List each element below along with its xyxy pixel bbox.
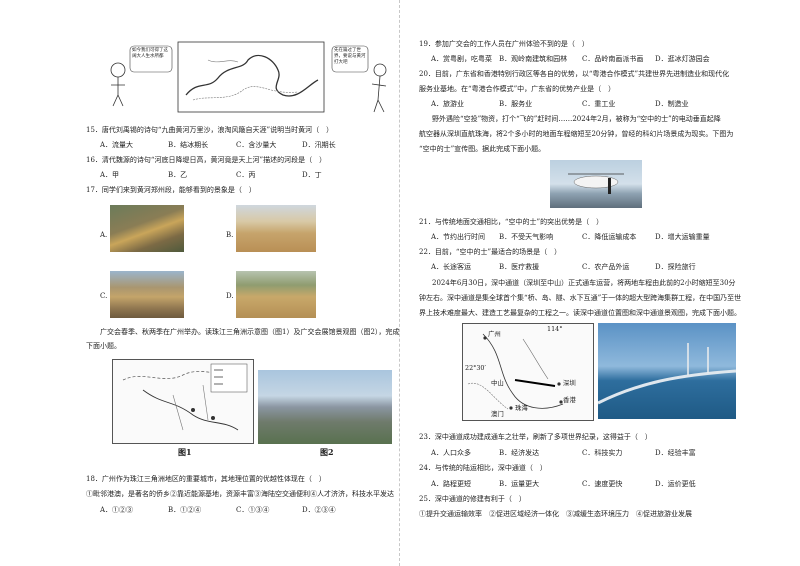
q17-option-a-label[interactable]: A. bbox=[100, 231, 107, 240]
q23-option-a[interactable]: A．人口众多 bbox=[431, 449, 471, 458]
intro-paragraph-line1: 广交会春季、秋两季在广州举办。读珠江三角洲示意图（图1）及广交会展馆景观图（图2… bbox=[100, 328, 400, 336]
bubble-left-text: 如今我们可得了这阔大人生水所都 bbox=[132, 48, 168, 59]
q17-photo-a bbox=[110, 205, 184, 252]
q20-option-a[interactable]: A．旅游业 bbox=[431, 100, 464, 109]
intro-paragraph-line2: 下面小题。 bbox=[86, 342, 121, 350]
q20-option-b[interactable]: B．服务业 bbox=[499, 100, 532, 109]
canton-fair-photo bbox=[258, 370, 392, 444]
q20-stem: 20．目前，广东省和香港特别行政区等各自的优势，以“粤港合作模式”共建世界先进制… bbox=[419, 70, 730, 78]
bubble-right-text: 先在篇过了世界，要说与黄河打大吧 bbox=[334, 48, 366, 65]
q15-option-d[interactable]: D．汛期长 bbox=[302, 141, 336, 150]
q23-stem: 23．深中通道成功建成通车之壮举，刷新了多项世界纪录，这得益于（ ） bbox=[419, 433, 652, 441]
q20-option-c[interactable]: C．重工业 bbox=[582, 100, 615, 109]
q24-stem: 24．与传统的陆运相比，深中通道（ ） bbox=[419, 464, 547, 472]
air-taxi-icon bbox=[568, 173, 624, 194]
bridge-intro-line2: 钟左右。深中通道是集全球首个集“桥、岛、隧、水下互通”于一体的超大型跨海集群工程… bbox=[419, 294, 742, 302]
figure-1-caption: 图1 bbox=[178, 447, 192, 457]
bridge-intro-line3: 界上技术难度最大、建造工艺最复杂的工程之一。读深中通道位置图和深中通道景观图，完… bbox=[419, 309, 741, 317]
q21-option-a[interactable]: A．节约出行时间 bbox=[431, 233, 485, 242]
q22-option-c[interactable]: C．农产品外运 bbox=[582, 263, 629, 272]
q18-stem: 18．广州作为珠江三角洲地区的重要城市，其地理位置的优越性体现在（ ） bbox=[86, 475, 326, 483]
q18-option-a[interactable]: A．①②③ bbox=[100, 506, 133, 515]
q17-option-d-label[interactable]: D. bbox=[226, 292, 234, 301]
q21-option-b[interactable]: B．不受天气影响 bbox=[499, 233, 553, 242]
q16-stem: 16．清代魏源的诗句“河底日降堤日高，黄河竟是天上河”描述的河段是（ ） bbox=[86, 156, 327, 164]
map-label-lon: 114° bbox=[547, 325, 563, 333]
q17-stem: 17．同学们来到黄河郑州段，能够看到的景象是（ ） bbox=[86, 186, 256, 194]
q18-option-c[interactable]: C．①③④ bbox=[236, 506, 269, 515]
q19-option-a[interactable]: A．赏粤剧，吃粤菜 bbox=[431, 55, 492, 64]
q16-option-a[interactable]: A．甲 bbox=[100, 171, 119, 180]
q22-option-b[interactable]: B．医疗救援 bbox=[499, 263, 539, 272]
q15-option-a[interactable]: A．流量大 bbox=[100, 141, 133, 150]
q21-stem: 21．与传统地面交通相比，“空中的士”的突出优势是（ ） bbox=[419, 218, 604, 226]
q15-stem: 15．唐代刘禹锡的诗句“九曲黄河万里沙，浪淘风簸自天涯”说明当时黄河（ ） bbox=[86, 126, 334, 134]
map-label-zhongshan: 中山 bbox=[491, 379, 504, 387]
air-taxi-photo bbox=[550, 160, 642, 208]
map-label-macau: 澳门 bbox=[491, 410, 504, 418]
q24-option-b[interactable]: B．运量更大 bbox=[499, 480, 539, 489]
yellow-river-figure: 如今我们可得了这阔大人生水所都 bbox=[108, 40, 328, 116]
q24-option-a[interactable]: A．路程更短 bbox=[431, 480, 471, 489]
q18-option-b[interactable]: B．①②④ bbox=[168, 506, 201, 515]
q23-option-d[interactable]: D．经验丰富 bbox=[655, 449, 696, 458]
q17-option-b-label[interactable]: B. bbox=[226, 231, 233, 240]
q24-option-c[interactable]: C．速度更快 bbox=[582, 480, 622, 489]
q25-stem: 25．深中通道的修建有利于（ ） bbox=[419, 495, 526, 503]
q17-photo-d bbox=[236, 271, 316, 318]
q22-option-d[interactable]: D．探险旅行 bbox=[655, 263, 696, 272]
q25-statements: ①提升交通运输效率 ②促进区域经济一体化 ③减缓生态环境压力 ④促进旅游业发展 bbox=[419, 510, 692, 518]
q19-stem: 19．参加广交会的工作人员在广州体验不到的是（ ） bbox=[419, 40, 589, 48]
q21-option-c[interactable]: C．降低运输成本 bbox=[582, 233, 636, 242]
q20-option-d[interactable]: D．制造业 bbox=[655, 100, 689, 109]
pearl-river-delta-map bbox=[112, 359, 254, 444]
q15-option-c[interactable]: C．含沙量大 bbox=[236, 141, 276, 150]
q24-option-d[interactable]: D．运价更低 bbox=[655, 480, 696, 489]
map-label-zhuhai: 珠海 bbox=[515, 404, 528, 412]
q16-option-c[interactable]: C．丙 bbox=[236, 171, 255, 180]
cartoon-right: 先在篇过了世界，要说与黄河打大吧 bbox=[330, 40, 390, 116]
air-taxi-intro-line1: 野外遇险“空投”物资，打个“飞的”赶时间……2024年2月，被称为“空中的士”的… bbox=[432, 115, 721, 123]
q18-statements: ①毗邻港澳，是著名的侨乡②靠近能源基地，资源丰富③海陆空交通便利④人才济济，科技… bbox=[86, 490, 394, 498]
q22-stem: 22．目前，“空中的士”最适合的场景是（ ） bbox=[419, 248, 562, 256]
map-label-lat: 22°30′ bbox=[465, 364, 486, 372]
bridge-intro-line1: 2024年6月30日，深中通道（深圳至中山）正式通车运营，将两地车程由此前的2小… bbox=[432, 279, 736, 287]
q15-option-b[interactable]: B．结冰期长 bbox=[168, 141, 208, 150]
q16-option-d[interactable]: D．丁 bbox=[302, 171, 322, 180]
q17-photo-c bbox=[110, 271, 184, 318]
shenzhong-bridge-photo bbox=[598, 323, 736, 419]
air-taxi-intro-line2: 航空器从深圳直航珠海，将2个多小时的地面车程缩短至20分钟，曾经的科幻片场景成为… bbox=[419, 130, 734, 138]
q18-option-d[interactable]: D．②③④ bbox=[302, 506, 336, 515]
q17-option-c-label[interactable]: C. bbox=[100, 292, 107, 301]
q21-option-d[interactable]: D．增大运输重量 bbox=[655, 233, 710, 242]
column-divider bbox=[399, 0, 400, 566]
q19-option-d[interactable]: D．逛冰灯游园会 bbox=[655, 55, 710, 64]
map-label-guangzhou: 广州 bbox=[488, 330, 501, 338]
q20-stem-line2: 服务业基地。在“粤港合作模式”中，广东省的优势产业是（ ） bbox=[419, 85, 616, 93]
q19-option-b[interactable]: B．观岭南建筑和园林 bbox=[499, 55, 567, 64]
q23-option-b[interactable]: B．经济发达 bbox=[499, 449, 539, 458]
q17-photo-b bbox=[236, 205, 316, 252]
map-label-shenzhen: 深圳 bbox=[563, 379, 576, 387]
air-taxi-intro-line3: “空中的士”宣传图。据此完成下面小题。 bbox=[419, 145, 546, 153]
q22-option-a[interactable]: A．长途客运 bbox=[431, 263, 471, 272]
figure-2-caption: 图2 bbox=[320, 447, 334, 457]
map-label-hongkong: 香港 bbox=[563, 396, 576, 404]
q19-option-c[interactable]: C．品岭南画派书画 bbox=[582, 55, 643, 64]
shenzhong-link-map: 广州 114° 中山 深圳 香港 珠海 澳门 22°30′ bbox=[462, 323, 594, 421]
q16-option-b[interactable]: B．乙 bbox=[168, 171, 187, 180]
q23-option-c[interactable]: C．科技实力 bbox=[582, 449, 622, 458]
